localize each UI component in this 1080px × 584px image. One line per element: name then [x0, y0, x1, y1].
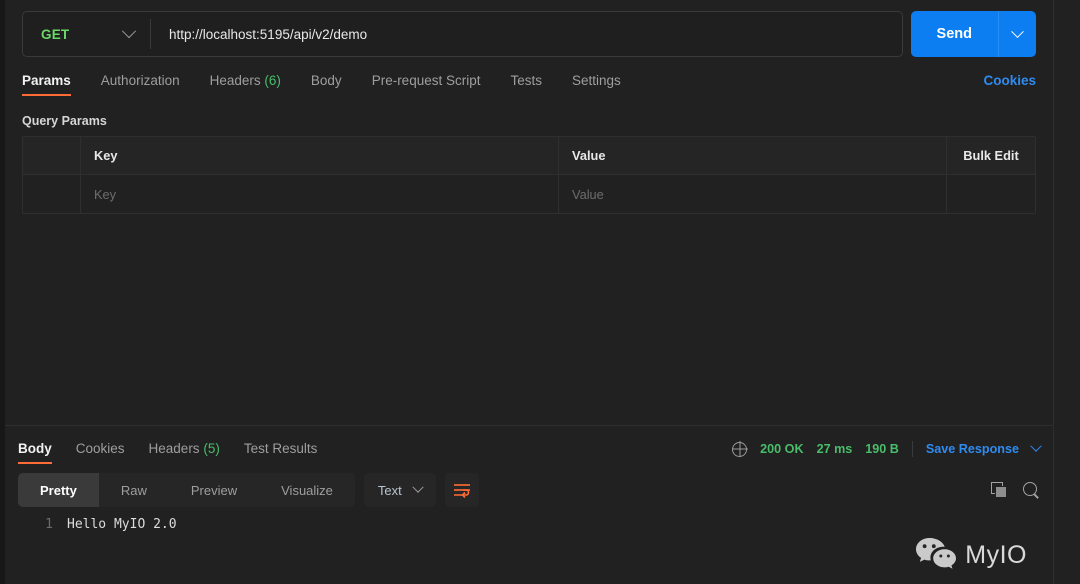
- tab-label: Params: [22, 73, 71, 88]
- tab-authorization[interactable]: Authorization: [101, 73, 180, 96]
- tab-body[interactable]: Body: [311, 73, 342, 96]
- tab-pre-request-script[interactable]: Pre-request Script: [372, 73, 481, 96]
- request-section: GET Send Params Auth: [5, 0, 1053, 214]
- tab-label: Test Results: [243, 441, 318, 456]
- send-group: Send: [910, 11, 1036, 57]
- view-mode-visualize[interactable]: Visualize: [259, 473, 355, 507]
- url-box: GET: [22, 11, 903, 57]
- response-time: 27 ms: [816, 442, 853, 456]
- tab-tests[interactable]: Tests: [510, 73, 542, 96]
- bulk-edit-button[interactable]: Bulk Edit: [947, 137, 1035, 174]
- chevron-down-icon: [412, 481, 424, 493]
- cookies-link[interactable]: Cookies: [983, 73, 1036, 96]
- word-wrap-icon: [453, 483, 470, 498]
- row-key-cell[interactable]: [81, 175, 559, 213]
- param-key-input[interactable]: [94, 186, 545, 202]
- tab-label: Headers: [209, 73, 261, 88]
- tab-label: Body: [310, 73, 342, 88]
- tab-count: (5): [203, 441, 220, 456]
- header-value: Value: [559, 137, 947, 174]
- postman-window: GET Send Params Auth: [0, 0, 1080, 584]
- tab-label: Authorization: [100, 73, 180, 88]
- response-meta: 200 OK 27 ms 190 B Save Response: [732, 440, 1042, 464]
- row-actions-cell: [947, 175, 1035, 213]
- table-row: [23, 175, 1035, 213]
- method-selector[interactable]: GET: [23, 12, 150, 56]
- chevron-down-icon: [1011, 24, 1024, 38]
- method-label: GET: [41, 26, 70, 42]
- search-icon[interactable]: [1023, 481, 1040, 499]
- right-rail: [1053, 0, 1080, 584]
- chevron-down-icon: [121, 24, 137, 39]
- header-checkbox-cell: [23, 137, 81, 174]
- main-column: GET Send Params Auth: [5, 0, 1053, 584]
- view-mode-preview[interactable]: Preview: [169, 473, 259, 507]
- header-key: Key: [81, 137, 559, 174]
- response-view-toolbar: Pretty Raw Preview Visualize Text: [18, 473, 1040, 507]
- url-input[interactable]: [151, 12, 902, 56]
- response-section: Body Cookies Headers (5) Test Results 20…: [5, 425, 1053, 584]
- url-row: GET Send: [22, 11, 1036, 57]
- tab-label: Settings: [572, 73, 621, 88]
- view-mode-raw[interactable]: Raw: [99, 473, 169, 507]
- row-value-cell[interactable]: [559, 175, 947, 213]
- response-tab-body[interactable]: Body: [18, 441, 52, 464]
- tab-count: (6): [264, 73, 281, 88]
- line-number: 1: [45, 517, 53, 532]
- tab-params[interactable]: Params: [22, 73, 71, 96]
- line-number-gutter: 1: [5, 515, 67, 584]
- send-button[interactable]: Send: [910, 11, 998, 57]
- tab-settings[interactable]: Settings: [572, 73, 621, 96]
- view-mode-pretty[interactable]: Pretty: [18, 473, 99, 507]
- divider: [911, 441, 913, 457]
- table-header-row: Key Value Bulk Edit: [23, 137, 1035, 175]
- status-badge: 200 OK: [760, 442, 804, 456]
- tab-headers[interactable]: Headers (6): [210, 73, 281, 96]
- response-size: 190 B: [865, 442, 899, 456]
- param-value-input[interactable]: [572, 186, 933, 202]
- copy-icon[interactable]: [991, 482, 1007, 498]
- tab-label: Headers: [148, 441, 200, 456]
- tab-label: Body: [18, 441, 52, 456]
- query-params-table: Key Value Bulk Edit: [22, 136, 1036, 214]
- send-options-button[interactable]: [998, 11, 1036, 57]
- response-actions: [991, 481, 1040, 499]
- request-empty-space: [5, 214, 1053, 425]
- save-response-button[interactable]: Save Response: [926, 442, 1019, 456]
- response-tab-test-results[interactable]: Test Results: [244, 441, 318, 464]
- response-tabs: Body Cookies Headers (5) Test Results 20…: [18, 436, 1042, 464]
- globe-icon: [732, 441, 748, 457]
- tab-label: Pre-request Script: [371, 73, 481, 88]
- word-wrap-button[interactable]: [444, 473, 479, 507]
- tab-label: Cookies: [75, 441, 125, 456]
- chevron-down-icon[interactable]: [1030, 440, 1042, 452]
- tab-label: Tests: [510, 73, 542, 88]
- format-label: Text: [377, 482, 402, 498]
- query-params-title: Query Params: [22, 114, 107, 128]
- response-tab-cookies[interactable]: Cookies: [76, 441, 125, 464]
- response-tab-headers[interactable]: Headers (5): [149, 441, 220, 464]
- format-selector[interactable]: Text: [363, 473, 436, 507]
- request-tabs: Params Authorization Headers (6) Body Pr…: [22, 66, 1036, 96]
- row-checkbox-cell[interactable]: [23, 175, 81, 213]
- response-body-line: Hello MyIO 2.0: [67, 517, 177, 532]
- view-mode-group: Pretty Raw Preview Visualize: [18, 473, 355, 507]
- response-body-viewer[interactable]: 1 Hello MyIO 2.0: [5, 515, 1053, 584]
